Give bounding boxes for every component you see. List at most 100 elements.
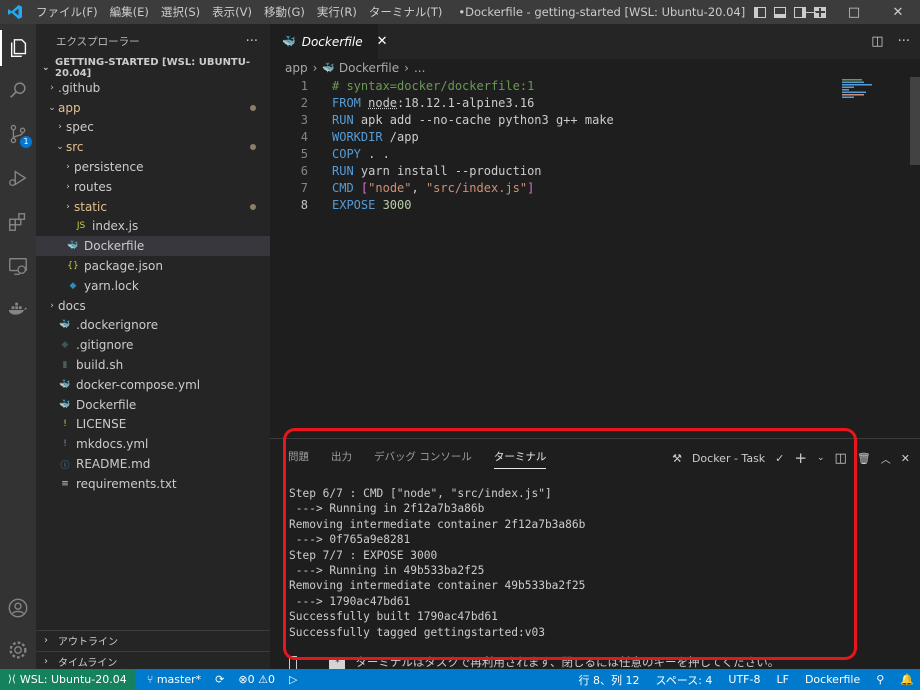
notifications-bell-icon[interactable]: 🔔 — [900, 673, 914, 686]
menu-item[interactable]: ファイル(F) — [30, 4, 104, 20]
extensions-icon[interactable] — [0, 204, 36, 240]
tree-item-label: build.sh — [76, 358, 123, 372]
minimap[interactable] — [840, 77, 910, 177]
tree-folder[interactable]: › static — [36, 197, 270, 217]
menu-item[interactable]: 移動(G) — [258, 4, 311, 20]
trash-icon[interactable]: 🗑 — [857, 452, 871, 465]
explorer-icon[interactable] — [0, 30, 36, 66]
tree-file[interactable]: ⓘ README.md — [36, 454, 270, 474]
tools-icon: ⚒ — [672, 452, 682, 465]
tree-file[interactable]: 🐳 Dockerfile — [36, 236, 270, 256]
code-line: 3 RUN apk add --no-cache python3 g++ make — [270, 111, 840, 128]
code-token: apk add --no-cache python3 g++ make — [361, 113, 614, 127]
vscode-logo-icon[interactable] — [0, 0, 30, 24]
tree-folder[interactable]: ⌄ src — [36, 137, 270, 157]
branch-item[interactable]: ⑂ master* — [147, 673, 201, 686]
search-icon[interactable] — [0, 72, 36, 108]
tree-file[interactable]: ◆ yarn.lock — [36, 276, 270, 296]
feedback-icon[interactable]: ⚲ — [876, 673, 884, 686]
tree-file[interactable]: JS index.js — [36, 217, 270, 237]
tree-folder[interactable]: › docs — [36, 296, 270, 316]
docker-icon[interactable] — [0, 292, 36, 328]
tree-folder[interactable]: › spec — [36, 118, 270, 138]
modified-dot-icon — [250, 204, 256, 210]
terminal-prompt-line: * ターミナルはタスクで再利用されます、閉じるには任意のキーを押してください。 — [289, 640, 779, 655]
tree-file[interactable]: {} package.json — [36, 256, 270, 276]
split-editor-icon[interactable]: ◫ — [871, 34, 883, 49]
check-icon[interactable]: ✓ — [775, 452, 784, 465]
tree-file[interactable]: ! LICENSE — [36, 415, 270, 435]
breadcrumb-file[interactable]: Dockerfile — [339, 61, 399, 75]
code-line: 5 COPY . . — [270, 145, 840, 162]
debug-launch-icon[interactable]: ▷ — [289, 673, 297, 686]
tree-folder[interactable]: ⌄ app — [36, 98, 270, 118]
workspace-folder-header[interactable]: ⌄ GETTING-STARTED [WSL: UBUNTU-20.04] — [36, 58, 270, 78]
chevron-down-icon: ⌄ — [42, 63, 55, 73]
cursor-position[interactable]: 行 8、列 12 — [579, 672, 640, 688]
tree-file[interactable]: ! mkdocs.yml — [36, 434, 270, 454]
tree-file[interactable]: ≡ requirements.txt — [36, 474, 270, 494]
tab-label: Dockerfile — [302, 35, 363, 49]
tab-output[interactable]: 出力 — [331, 449, 352, 469]
tree-file[interactable]: 🐳 Dockerfile — [36, 395, 270, 415]
more-actions-icon[interactable]: ··· — [246, 34, 258, 49]
run-debug-icon[interactable] — [0, 160, 36, 196]
tab-dockerfile[interactable]: 🐳 Dockerfile ✕ — [270, 24, 378, 59]
chevron-down-icon: ⌄ — [54, 142, 66, 152]
tab-debug-console[interactable]: デバッグ コンソール — [374, 449, 472, 469]
breadcrumb-symbol[interactable]: ... — [414, 61, 425, 75]
tab-problems[interactable]: 問題 — [288, 449, 309, 469]
end-of-line[interactable]: LF — [776, 673, 788, 686]
account-icon[interactable] — [0, 590, 36, 626]
menu-item[interactable]: 編集(E) — [104, 4, 155, 20]
code-line: 8 EXPOSE 3000 — [270, 196, 840, 213]
sync-icon[interactable]: ⟳ — [215, 673, 224, 686]
menu-item[interactable]: 実行(R) — [311, 4, 363, 20]
remote-explorer-icon[interactable] — [0, 248, 36, 284]
menu-item[interactable]: 表示(V) — [206, 4, 258, 20]
source-control-icon[interactable]: 1 — [0, 116, 36, 152]
breadcrumb-app[interactable]: app — [285, 61, 308, 75]
editor-scrollbar[interactable] — [910, 77, 920, 165]
status-bar: ⟩⟨ WSL: Ubuntu-20.04 ⑂ master* ⟳ ⊗0 ⚠0 ▷… — [0, 669, 920, 690]
code-editor[interactable]: 1 # syntax=docker/dockerfile:1 2 FROM node:… — [270, 77, 840, 213]
add-terminal-icon[interactable]: + — [794, 449, 807, 467]
terminal-output[interactable]: Step 6/7 : CMD ["node", "src/index.js"] … — [289, 486, 779, 671]
maximize-button[interactable]: □ — [832, 0, 876, 24]
toggle-panel-icon[interactable] — [774, 7, 786, 18]
remote-icon: ⟩⟨ — [8, 674, 16, 685]
tree-file[interactable]: 🐳 .dockerignore — [36, 316, 270, 336]
breadcrumb: app › 🐳 Dockerfile › ... — [270, 59, 920, 77]
maximize-panel-icon[interactable]: ︿ — [881, 451, 891, 466]
close-window-button[interactable]: ✕ — [876, 0, 920, 24]
indentation[interactable]: スペース: 4 — [656, 672, 713, 688]
toggle-sidebar-icon[interactable] — [754, 7, 766, 18]
chevron-down-icon[interactable]: ⌄ — [817, 453, 825, 463]
tree-file[interactable]: 🐳 docker-compose.yml — [36, 375, 270, 395]
tree-folder[interactable]: › persistence — [36, 157, 270, 177]
chevron-right-icon: › — [44, 656, 58, 667]
tree-item-label: .gitignore — [76, 338, 133, 352]
encoding[interactable]: UTF-8 — [728, 673, 760, 686]
tree-file[interactable]: ▮ build.sh — [36, 355, 270, 375]
menu-item[interactable]: ターミナル(T) — [363, 4, 449, 20]
problems-item[interactable]: ⊗0 ⚠0 — [238, 673, 275, 686]
minimize-button[interactable]: — — [788, 0, 832, 24]
split-terminal-icon[interactable]: ◫ — [835, 451, 847, 466]
close-panel-icon[interactable]: ✕ — [901, 452, 910, 465]
docker-file-icon: 🐳 — [322, 63, 334, 74]
tree-folder[interactable]: › routes — [36, 177, 270, 197]
menu-item[interactable]: 選択(S) — [155, 4, 206, 20]
outline-section[interactable]: › アウトライン — [36, 630, 270, 650]
tab-terminal[interactable]: ターミナル — [494, 449, 547, 469]
tree-folder[interactable]: › .github — [36, 78, 270, 98]
tree-file[interactable]: ◆ .gitignore — [36, 335, 270, 355]
close-tab-icon[interactable]: ✕ — [377, 34, 388, 49]
terminal-name[interactable]: Docker - Task — [692, 452, 765, 465]
remote-indicator[interactable]: ⟩⟨ WSL: Ubuntu-20.04 — [0, 669, 135, 690]
timeline-section[interactable]: › タイムライン — [36, 651, 270, 671]
code-token: . . — [368, 147, 390, 161]
language-mode[interactable]: Dockerfile — [805, 673, 860, 686]
settings-gear-icon[interactable] — [0, 632, 36, 668]
more-actions-icon[interactable]: ··· — [898, 34, 910, 49]
